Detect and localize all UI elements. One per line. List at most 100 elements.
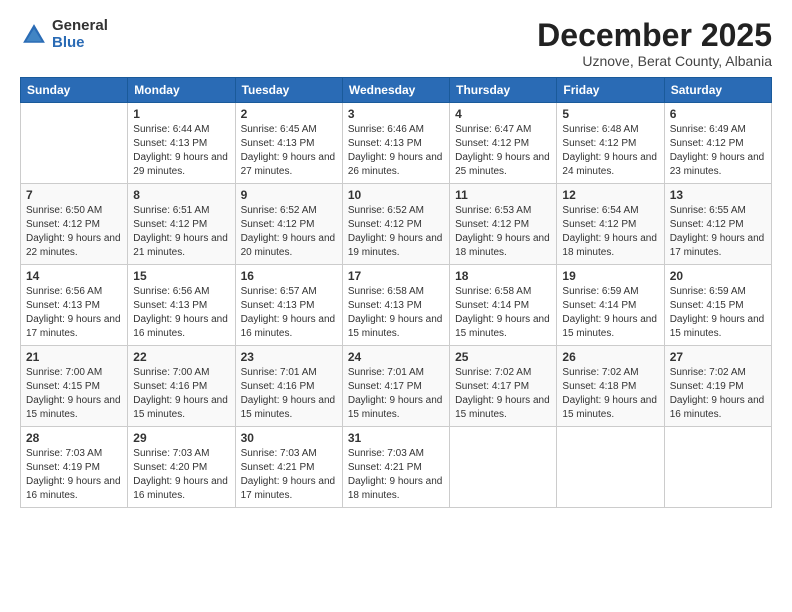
col-header-saturday: Saturday xyxy=(664,78,771,103)
calendar-cell: 1 Sunrise: 6:44 AMSunset: 4:13 PMDaylight… xyxy=(128,103,235,184)
page: General Blue December 2025 Uznove, Berat… xyxy=(0,0,792,612)
calendar-cell: 5 Sunrise: 6:48 AMSunset: 4:12 PMDaylight… xyxy=(557,103,664,184)
calendar-cell: 25Sunrise: 7:02 AMSunset: 4:17 PMDayligh… xyxy=(450,346,557,427)
day-number: 22 xyxy=(133,350,229,364)
day-number: 18 xyxy=(455,269,551,283)
day-info: Sunrise: 6:56 AMSunset: 4:13 PMDaylight:… xyxy=(26,285,122,341)
day-info: Sunrise: 6:52 AMSunset: 4:12 PMDaylight:… xyxy=(348,204,444,260)
day-number: 1 xyxy=(133,107,229,121)
day-info: Sunrise: 6:57 AMSunset: 4:13 PMDaylight:… xyxy=(241,285,337,341)
header: General Blue December 2025 Uznove, Berat… xyxy=(20,18,772,69)
calendar-cell: 22 Sunrise: 7:00 AMSunset: 4:16 PMDayligh… xyxy=(128,346,235,427)
day-number: 31 xyxy=(348,431,444,445)
calendar-cell: 8 Sunrise: 6:51 AMSunset: 4:12 PMDaylight… xyxy=(128,184,235,265)
day-number: 21 xyxy=(26,350,122,364)
day-info: Sunrise: 6:45 AMSunset: 4:13 PMDaylight:… xyxy=(241,123,337,179)
day-info: Sunrise: 6:51 AMSunset: 4:12 PMDaylight:… xyxy=(133,204,229,260)
day-number: 5 xyxy=(562,107,658,121)
day-number: 7 xyxy=(26,188,122,202)
calendar-header-row: SundayMondayTuesdayWednesdayThursdayFrid… xyxy=(21,78,772,103)
day-info: Sunrise: 6:50 AMSunset: 4:12 PMDaylight:… xyxy=(26,204,122,260)
calendar-table: SundayMondayTuesdayWednesdayThursdayFrid… xyxy=(20,77,772,508)
calendar-cell: 11 Sunrise: 6:53 AMSunset: 4:12 PMDayligh… xyxy=(450,184,557,265)
day-number: 29 xyxy=(133,431,229,445)
day-info: Sunrise: 7:00 AMSunset: 4:15 PMDaylight:… xyxy=(26,366,122,422)
day-number: 24 xyxy=(348,350,444,364)
calendar-cell: 4Sunrise: 6:47 AMSunset: 4:12 PMDaylight… xyxy=(450,103,557,184)
logo: General Blue xyxy=(20,18,108,51)
calendar-cell: 9Sunrise: 6:52 AMSunset: 4:12 PMDaylight… xyxy=(235,184,342,265)
day-number: 2 xyxy=(241,107,337,121)
col-header-sunday: Sunday xyxy=(21,78,128,103)
day-info: Sunrise: 6:44 AMSunset: 4:13 PMDaylight:… xyxy=(133,123,229,179)
calendar-cell: 10 Sunrise: 6:52 AMSunset: 4:12 PMDayligh… xyxy=(342,184,449,265)
calendar-cell: 19 Sunrise: 6:59 AMSunset: 4:14 PMDayligh… xyxy=(557,265,664,346)
title-block: December 2025 Uznove, Berat County, Alba… xyxy=(537,18,772,69)
day-info: Sunrise: 6:59 AMSunset: 4:15 PMDaylight:… xyxy=(670,285,766,341)
calendar-cell: 7 Sunrise: 6:50 AMSunset: 4:12 PMDaylight… xyxy=(21,184,128,265)
calendar-cell: 12Sunrise: 6:54 AMSunset: 4:12 PMDayligh… xyxy=(557,184,664,265)
day-info: Sunrise: 6:47 AMSunset: 4:12 PMDaylight:… xyxy=(455,123,551,179)
logo-blue-text: Blue xyxy=(52,35,108,52)
day-info: Sunrise: 7:00 AMSunset: 4:16 PMDaylight:… xyxy=(133,366,229,422)
day-number: 17 xyxy=(348,269,444,283)
day-info: Sunrise: 6:56 AMSunset: 4:13 PMDaylight:… xyxy=(133,285,229,341)
day-number: 11 xyxy=(455,188,551,202)
day-number: 28 xyxy=(26,431,122,445)
col-header-tuesday: Tuesday xyxy=(235,78,342,103)
calendar-cell: 21 Sunrise: 7:00 AMSunset: 4:15 PMDayligh… xyxy=(21,346,128,427)
calendar-cell: 20 Sunrise: 6:59 AMSunset: 4:15 PMDayligh… xyxy=(664,265,771,346)
day-number: 23 xyxy=(241,350,337,364)
day-info: Sunrise: 6:48 AMSunset: 4:12 PMDaylight:… xyxy=(562,123,658,179)
subtitle: Uznove, Berat County, Albania xyxy=(537,53,772,69)
col-header-monday: Monday xyxy=(128,78,235,103)
day-info: Sunrise: 6:54 AMSunset: 4:12 PMDaylight:… xyxy=(562,204,658,260)
day-number: 26 xyxy=(562,350,658,364)
day-number: 19 xyxy=(562,269,658,283)
day-number: 10 xyxy=(348,188,444,202)
calendar-week-4: 28Sunrise: 7:03 AMSunset: 4:19 PMDayligh… xyxy=(21,427,772,508)
calendar-cell: 18 Sunrise: 6:58 AMSunset: 4:14 PMDayligh… xyxy=(450,265,557,346)
calendar-cell: 17Sunrise: 6:58 AMSunset: 4:13 PMDayligh… xyxy=(342,265,449,346)
day-info: Sunrise: 7:01 AMSunset: 4:16 PMDaylight:… xyxy=(241,366,337,422)
day-info: Sunrise: 6:53 AMSunset: 4:12 PMDaylight:… xyxy=(455,204,551,260)
calendar-cell: 15 Sunrise: 6:56 AMSunset: 4:13 PMDayligh… xyxy=(128,265,235,346)
calendar-cell: 2 Sunrise: 6:45 AMSunset: 4:13 PMDaylight… xyxy=(235,103,342,184)
day-info: Sunrise: 7:01 AMSunset: 4:17 PMDaylight:… xyxy=(348,366,444,422)
calendar-cell xyxy=(450,427,557,508)
day-info: Sunrise: 7:03 AMSunset: 4:21 PMDaylight:… xyxy=(241,447,337,503)
calendar-cell: 13 Sunrise: 6:55 AMSunset: 4:12 PMDayligh… xyxy=(664,184,771,265)
col-header-thursday: Thursday xyxy=(450,78,557,103)
day-number: 6 xyxy=(670,107,766,121)
day-info: Sunrise: 6:49 AMSunset: 4:12 PMDaylight:… xyxy=(670,123,766,179)
calendar-cell: 14 Sunrise: 6:56 AMSunset: 4:13 PMDayligh… xyxy=(21,265,128,346)
day-info: Sunrise: 7:03 AMSunset: 4:20 PMDaylight:… xyxy=(133,447,229,503)
calendar-week-1: 7 Sunrise: 6:50 AMSunset: 4:12 PMDaylight… xyxy=(21,184,772,265)
day-number: 3 xyxy=(348,107,444,121)
day-info: Sunrise: 6:55 AMSunset: 4:12 PMDaylight:… xyxy=(670,204,766,260)
day-info: Sunrise: 6:58 AMSunset: 4:14 PMDaylight:… xyxy=(455,285,551,341)
calendar-cell xyxy=(557,427,664,508)
calendar-cell: 28Sunrise: 7:03 AMSunset: 4:19 PMDayligh… xyxy=(21,427,128,508)
logo-text: General Blue xyxy=(52,18,108,51)
day-number: 25 xyxy=(455,350,551,364)
day-number: 8 xyxy=(133,188,229,202)
logo-general-text: General xyxy=(52,18,108,35)
day-number: 20 xyxy=(670,269,766,283)
calendar-cell: 30Sunrise: 7:03 AMSunset: 4:21 PMDayligh… xyxy=(235,427,342,508)
calendar-week-0: 1 Sunrise: 6:44 AMSunset: 4:13 PMDaylight… xyxy=(21,103,772,184)
calendar-cell: 27Sunrise: 7:02 AMSunset: 4:19 PMDayligh… xyxy=(664,346,771,427)
day-number: 16 xyxy=(241,269,337,283)
calendar-cell: 31 Sunrise: 7:03 AMSunset: 4:21 PMDayligh… xyxy=(342,427,449,508)
calendar-cell: 6 Sunrise: 6:49 AMSunset: 4:12 PMDaylight… xyxy=(664,103,771,184)
day-number: 9 xyxy=(241,188,337,202)
col-header-wednesday: Wednesday xyxy=(342,78,449,103)
calendar-cell xyxy=(21,103,128,184)
day-number: 13 xyxy=(670,188,766,202)
day-number: 14 xyxy=(26,269,122,283)
calendar-cell: 26Sunrise: 7:02 AMSunset: 4:18 PMDayligh… xyxy=(557,346,664,427)
day-info: Sunrise: 7:03 AMSunset: 4:21 PMDaylight:… xyxy=(348,447,444,503)
day-number: 15 xyxy=(133,269,229,283)
day-info: Sunrise: 7:02 AMSunset: 4:19 PMDaylight:… xyxy=(670,366,766,422)
day-info: Sunrise: 6:59 AMSunset: 4:14 PMDaylight:… xyxy=(562,285,658,341)
